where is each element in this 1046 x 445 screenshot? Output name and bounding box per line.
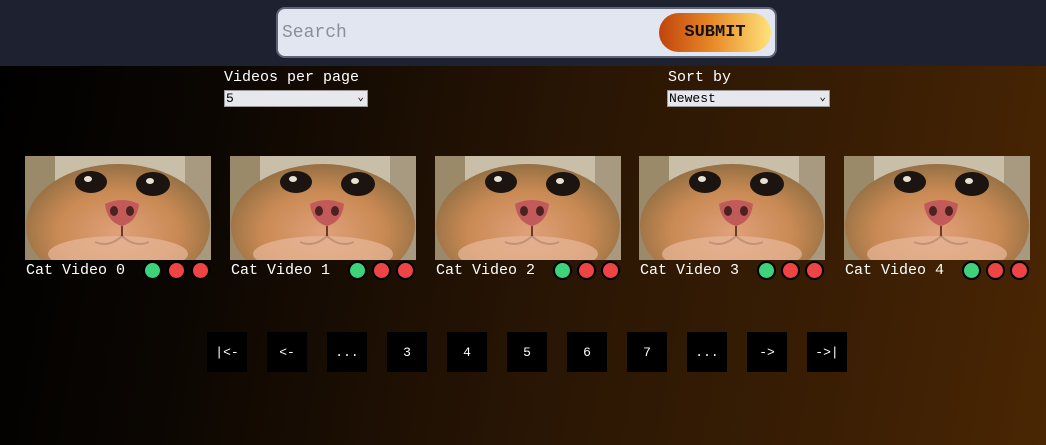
video-title[interactable]: Cat Video 0 — [26, 262, 125, 279]
search-bar: SUBMIT — [276, 7, 777, 58]
red-status-icon[interactable] — [396, 261, 415, 280]
video-title[interactable]: Cat Video 1 — [231, 262, 330, 279]
video-title[interactable]: Cat Video 2 — [436, 262, 535, 279]
green-status-icon[interactable] — [348, 261, 367, 280]
red-status-icon[interactable] — [372, 261, 391, 280]
video-thumbnail[interactable] — [844, 156, 1030, 260]
videos-per-page-select[interactable]: 5 ⌄ — [224, 90, 368, 107]
submit-button[interactable]: SUBMIT — [659, 13, 771, 52]
pagination-button[interactable]: |<- — [207, 332, 247, 372]
top-bar: SUBMIT — [0, 0, 1046, 66]
red-status-icon[interactable] — [805, 261, 824, 280]
video-thumbnail[interactable] — [230, 156, 416, 260]
video-card[interactable]: Cat Video 1 — [230, 156, 416, 284]
green-status-icon[interactable] — [553, 261, 572, 280]
pagination-button[interactable]: ->| — [807, 332, 847, 372]
chevron-down-icon: ⌄ — [357, 92, 364, 104]
pagination-button[interactable]: 4 — [447, 332, 487, 372]
red-status-icon[interactable] — [781, 261, 800, 280]
pagination-button[interactable]: -> — [747, 332, 787, 372]
pagination-button[interactable]: 3 — [387, 332, 427, 372]
video-thumbnail[interactable] — [639, 156, 825, 260]
pagination-button[interactable]: ... — [327, 332, 367, 372]
red-status-icon[interactable] — [1010, 261, 1029, 280]
green-status-icon[interactable] — [143, 261, 162, 280]
video-thumbnail[interactable] — [25, 156, 211, 260]
video-card[interactable]: Cat Video 2 — [435, 156, 621, 284]
red-status-icon[interactable] — [986, 261, 1005, 280]
sort-by-label: Sort by — [668, 69, 732, 86]
pagination-button[interactable]: 7 — [627, 332, 667, 372]
video-title[interactable]: Cat Video 3 — [640, 262, 739, 279]
red-status-icon[interactable] — [167, 261, 186, 280]
pagination-button[interactable]: <- — [267, 332, 307, 372]
pagination-button[interactable]: 6 — [567, 332, 607, 372]
video-title[interactable]: Cat Video 4 — [845, 262, 944, 279]
videos-per-page-value: 5 — [226, 91, 234, 106]
pagination-button[interactable]: ... — [687, 332, 727, 372]
chevron-down-icon: ⌄ — [819, 92, 826, 104]
red-status-icon[interactable] — [577, 261, 596, 280]
pagination-button[interactable]: 5 — [507, 332, 547, 372]
video-card[interactable]: Cat Video 0 — [25, 156, 211, 284]
search-input[interactable] — [282, 15, 652, 51]
green-status-icon[interactable] — [757, 261, 776, 280]
red-status-icon[interactable] — [601, 261, 620, 280]
videos-per-page-label: Videos per page — [224, 69, 360, 86]
video-card[interactable]: Cat Video 3 — [639, 156, 825, 284]
video-card[interactable]: Cat Video 4 — [844, 156, 1030, 284]
video-thumbnail[interactable] — [435, 156, 621, 260]
sort-by-value: Newest — [669, 91, 716, 106]
red-status-icon[interactable] — [191, 261, 210, 280]
sort-by-select[interactable]: Newest ⌄ — [667, 90, 830, 107]
green-status-icon[interactable] — [962, 261, 981, 280]
